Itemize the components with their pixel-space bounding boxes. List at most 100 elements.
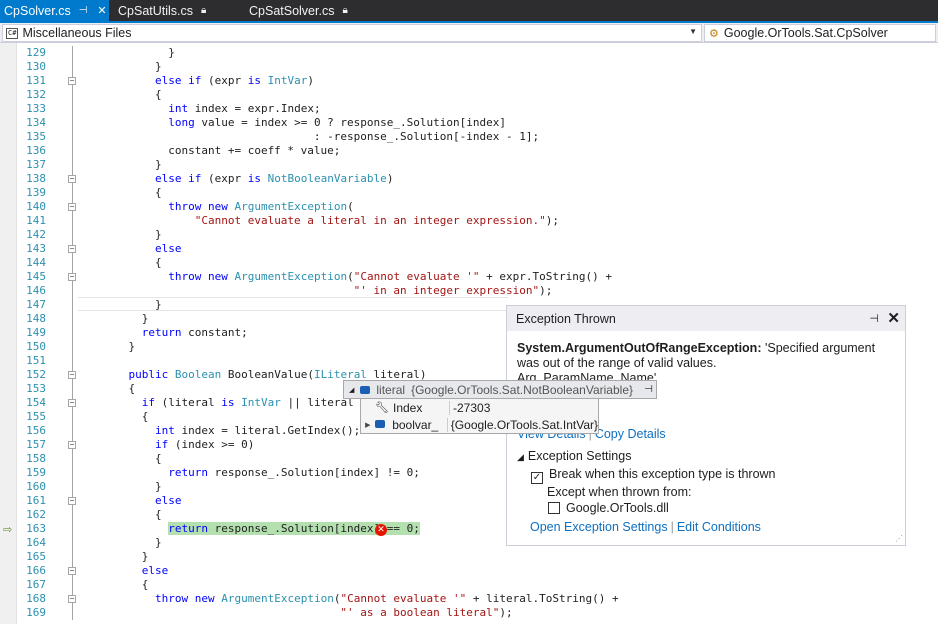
- collapse-icon[interactable]: −: [68, 371, 76, 379]
- code-line[interactable]: 137 }: [0, 158, 938, 172]
- close-icon[interactable]: ✕: [97, 4, 106, 17]
- code-text: int index = literal.GetIndex();: [154, 424, 361, 437]
- code-line[interactable]: 165 }: [0, 550, 938, 564]
- close-icon[interactable]: ✕: [887, 309, 900, 327]
- pin-icon[interactable]: ⊣: [644, 384, 653, 395]
- outline-guide: [72, 466, 73, 480]
- line-number: 165: [26, 550, 46, 563]
- code-text: }: [102, 550, 149, 563]
- line-number: 164: [26, 536, 46, 549]
- code-line[interactable]: 140 − throw new ArgumentException(: [0, 200, 938, 214]
- member-dropdown[interactable]: ⚙ Google.OrTools.Sat.CpSolver: [704, 24, 936, 42]
- outline-guide: [72, 452, 73, 466]
- dll-exception-checkbox[interactable]: [548, 502, 560, 514]
- datatip-variable-value[interactable]: {Google.OrTools.Sat.NotBooleanVariable}: [411, 383, 633, 397]
- code-line[interactable]: 168 − throw new ArgumentException("Cannot…: [0, 592, 938, 606]
- code-line[interactable]: 131 − else if (expr is IntVar): [0, 74, 938, 88]
- code-line[interactable]: 138 − else if (expr is NotBooleanVariable…: [0, 172, 938, 186]
- collapse-icon[interactable]: −: [68, 595, 76, 603]
- tab-cpsatsolver[interactable]: CpSatSolver.cs 🔒︎: [245, 0, 355, 21]
- code-line[interactable]: 145 − throw new ArgumentException("Cannot…: [0, 270, 938, 284]
- exception-settings-header[interactable]: ◢ Exception Settings: [517, 449, 631, 463]
- collapse-icon[interactable]: −: [68, 245, 76, 253]
- code-text: {: [102, 578, 149, 591]
- collapse-icon[interactable]: −: [68, 399, 76, 407]
- code-line[interactable]: 141 "Cannot evaluate a literal in an int…: [0, 214, 938, 228]
- line-number: 146: [26, 284, 46, 297]
- collapse-icon[interactable]: −: [68, 77, 76, 85]
- collapse-icon[interactable]: −: [68, 175, 76, 183]
- code-line[interactable]: 146 "' in an integer expression");: [0, 284, 938, 298]
- collapse-triangle-icon[interactable]: ◢: [517, 452, 524, 462]
- edit-conditions-link[interactable]: Edit Conditions: [677, 520, 761, 534]
- outline-guide: [72, 410, 73, 424]
- collapse-icon[interactable]: −: [68, 203, 76, 211]
- collapse-icon[interactable]: −: [68, 441, 76, 449]
- code-line[interactable]: 139 {: [0, 186, 938, 200]
- datatip-row[interactable]: 🔧︎ Index -27303: [361, 399, 598, 416]
- open-exception-settings-link[interactable]: Open Exception Settings: [530, 520, 668, 534]
- code-line[interactable]: 166 − else: [0, 564, 938, 578]
- code-line[interactable]: 129 }: [0, 46, 938, 60]
- code-line[interactable]: 136 constant += coeff * value;: [0, 144, 938, 158]
- datatip-children: 🔧︎ Index -27303 ▶ boolvar_ {Google.OrToo…: [360, 398, 599, 434]
- code-line[interactable]: 134 long value = index >= 0 ? response_.…: [0, 116, 938, 130]
- outline-guide: [72, 536, 73, 550]
- exception-popup-header: Exception Thrown ⊣ ✕: [507, 306, 905, 331]
- datatip-child-value[interactable]: -27303: [449, 400, 490, 415]
- code-line[interactable]: 143 − else: [0, 242, 938, 256]
- line-number: 137: [26, 158, 46, 171]
- code-line[interactable]: 132 {: [0, 88, 938, 102]
- datatip-header[interactable]: ◢ literal {Google.OrTools.Sat.NotBoolean…: [343, 380, 657, 399]
- line-number: 131: [26, 74, 46, 87]
- break-when-thrown-checkbox[interactable]: ✓: [531, 472, 543, 484]
- dll-exception-row[interactable]: Google.OrTools.dll: [548, 501, 669, 515]
- line-number: 142: [26, 228, 46, 241]
- datatip-row[interactable]: ▶ boolvar_ {Google.OrTools.Sat.IntVar}: [361, 416, 598, 433]
- resize-grip-icon[interactable]: ⋰: [895, 534, 903, 543]
- except-when-label: Except when thrown from:: [547, 485, 692, 499]
- link-separator: |: [670, 520, 674, 534]
- line-number: 154: [26, 396, 46, 409]
- expand-triangle-icon[interactable]: ◢: [349, 386, 354, 394]
- collapse-icon[interactable]: −: [68, 567, 76, 575]
- collapse-icon[interactable]: −: [68, 497, 76, 505]
- tab-cpsatutils[interactable]: CpSatUtils.cs 🔒︎: [114, 0, 214, 21]
- code-text: constant += coeff * value;: [102, 144, 341, 157]
- code-text: : -response_.Solution[-index - 1];: [102, 130, 540, 143]
- code-line[interactable]: 142 }: [0, 228, 938, 242]
- code-text: {: [102, 382, 136, 395]
- outline-guide: [72, 144, 73, 158]
- chevron-down-icon[interactable]: ▼: [689, 27, 697, 36]
- code-line[interactable]: 130 }: [0, 60, 938, 74]
- code-line[interactable]: 167 {: [0, 578, 938, 592]
- break-when-thrown-label: Break when this exception type is thrown: [549, 467, 776, 481]
- collapse-icon[interactable]: −: [68, 273, 76, 281]
- break-when-thrown-row[interactable]: ✓ Break when this exception type is throw…: [531, 467, 776, 484]
- tab-label: CpSolver.cs: [4, 3, 71, 18]
- code-line[interactable]: 135 : -response_.Solution[-index - 1];: [0, 130, 938, 144]
- exception-type: System.ArgumentOutOfRangeException:: [517, 341, 762, 355]
- pin-icon[interactable]: ⊣: [869, 312, 879, 325]
- tab-cpsolver[interactable]: CpSolver.cs ⊣ ✕: [0, 0, 109, 21]
- code-text: {: [102, 410, 149, 423]
- copy-details-link[interactable]: Copy Details: [595, 427, 666, 441]
- outline-guide: [72, 606, 73, 620]
- line-number: 139: [26, 186, 46, 199]
- code-line[interactable]: 133 int index = expr.Index;: [0, 102, 938, 116]
- line-number: 148: [26, 312, 46, 325]
- pin-icon[interactable]: ⊣: [79, 5, 88, 16]
- outline-guide: [72, 116, 73, 130]
- datatip-child-value[interactable]: {Google.OrTools.Sat.IntVar}: [446, 417, 598, 432]
- line-number: 155: [26, 410, 46, 423]
- navigation-bar: C# Miscellaneous Files ▼ ⚙ Google.OrTool…: [0, 23, 938, 43]
- code-line[interactable]: 169 "' as a boolean literal");: [0, 606, 938, 620]
- code-line[interactable]: 144 {: [0, 256, 938, 270]
- project-label: Miscellaneous Files: [22, 26, 132, 40]
- line-number: 167: [26, 578, 46, 591]
- expand-triangle-icon[interactable]: ▶: [361, 421, 375, 429]
- line-number: 168: [26, 592, 46, 605]
- project-dropdown[interactable]: C# Miscellaneous Files ▼: [2, 24, 702, 42]
- line-number: 163: [26, 522, 46, 535]
- line-number: 134: [26, 116, 46, 129]
